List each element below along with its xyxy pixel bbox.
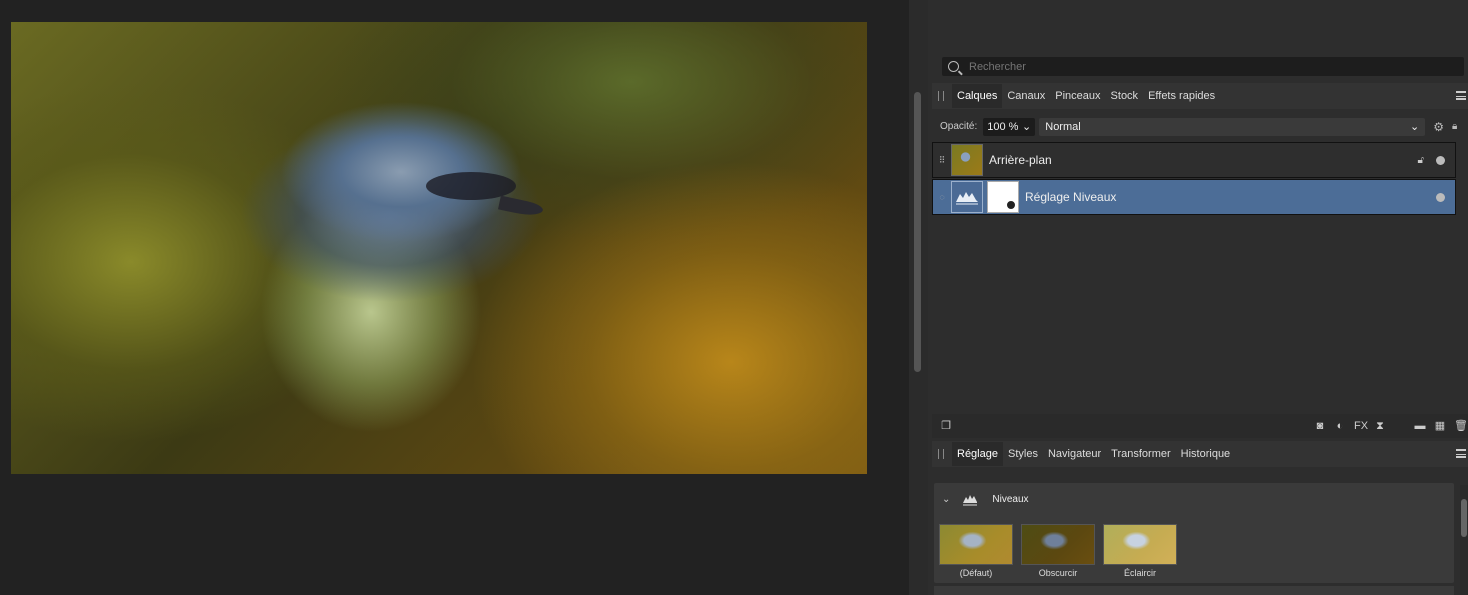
panel-menu-icon[interactable] xyxy=(1456,91,1466,100)
preset-label: (Défaut) xyxy=(959,568,993,578)
layer-name: Réglage Niveaux xyxy=(1025,190,1117,204)
levels-thumbnail xyxy=(951,181,983,213)
canvas-scrollbar-thumb[interactable] xyxy=(914,92,921,372)
next-section-stub xyxy=(934,586,1454,595)
lock-icon[interactable]: 🔓︎ xyxy=(1418,155,1424,166)
tab-calques[interactable]: Calques xyxy=(952,84,1003,108)
preset-thumbnail xyxy=(939,524,1013,565)
tab-navigateur[interactable]: Navigateur xyxy=(1043,442,1106,466)
preset-eclaircir[interactable]: Éclaircir xyxy=(1103,524,1177,578)
section-title: Niveaux xyxy=(992,493,1029,505)
photo-detail xyxy=(498,195,544,219)
lock-icon[interactable]: 🔒︎ xyxy=(1452,121,1457,132)
mask-thumbnail xyxy=(987,181,1019,213)
layer-name: Arrière-plan xyxy=(989,153,1052,167)
chevron-down-icon[interactable]: ⌄ xyxy=(942,494,950,505)
tab-effets-rapides[interactable]: Effets rapides xyxy=(1143,84,1220,108)
levels-section-header[interactable]: ⌄ Niveaux xyxy=(934,483,1454,515)
adjustment-scrollbar[interactable] xyxy=(1460,485,1468,595)
preset-thumbnail xyxy=(1103,524,1177,565)
tab-stock[interactable]: Stock xyxy=(1106,84,1144,108)
mask-icon[interactable]: ◙ xyxy=(1314,420,1326,432)
layer-toolbar: ❐ ◙ ◐ FX ⧗ ▬ ▦ 🗑︎ xyxy=(932,414,1468,438)
search-box[interactable] xyxy=(942,57,1464,76)
tab-transformer[interactable]: Transformer xyxy=(1106,442,1176,466)
chevron-down-icon: ⌄ xyxy=(1022,121,1032,133)
layers-list[interactable]: ⠿ Arrière-plan 🔓︎ ◌ Réglage Niveaux xyxy=(932,140,1458,414)
tab-canaux[interactable]: Canaux xyxy=(1002,84,1050,108)
visibility-icon[interactable] xyxy=(1436,155,1445,165)
canvas-area[interactable] xyxy=(0,0,909,595)
tab-reglage[interactable]: Réglage xyxy=(952,442,1003,466)
pixel-layer-icon[interactable]: ▦ xyxy=(1434,420,1446,432)
presets-list: (Défaut) Obscurcir Éclaircir xyxy=(939,524,1185,578)
layer-expand-icon[interactable]: ⠿ xyxy=(933,155,951,166)
tab-historique[interactable]: Historique xyxy=(1176,442,1236,466)
histogram-icon xyxy=(956,192,978,205)
blend-mode-dropdown[interactable]: Normal ⌄ xyxy=(1039,117,1426,136)
mask-indicator-icon xyxy=(1006,200,1016,210)
adjustment-tabbar: Réglage Styles Navigateur Transformer Hi… xyxy=(932,441,1468,467)
folder-icon[interactable]: ▬ xyxy=(1414,420,1426,432)
adjustment-icon[interactable]: ◐ xyxy=(1334,420,1346,432)
opacity-label: Opacité: xyxy=(940,121,978,132)
levels-adjustment-section: ⌄ Niveaux (Défaut) Obscurcir Éclaircir xyxy=(934,483,1454,583)
document-photo[interactable] xyxy=(11,22,867,474)
hourglass-icon[interactable]: ⧗ xyxy=(1374,420,1386,432)
preset-default[interactable]: (Défaut) xyxy=(939,524,1013,578)
preset-thumbnail xyxy=(1021,524,1095,565)
preset-label: Éclaircir xyxy=(1123,568,1156,578)
layer-row-levels[interactable]: ◌ Réglage Niveaux xyxy=(932,179,1456,215)
layer-row-background[interactable]: ⠿ Arrière-plan 🔓︎ xyxy=(932,142,1456,178)
layer-thumbnail xyxy=(951,144,983,176)
scrollbar-thumb[interactable] xyxy=(1461,499,1467,537)
fx-icon[interactable]: FX xyxy=(1354,420,1368,432)
search-icon xyxy=(948,61,959,72)
search-input[interactable] xyxy=(967,59,1451,74)
panel-menu-icon[interactable] xyxy=(1456,449,1466,458)
copy-icon[interactable]: ❐ xyxy=(940,420,952,432)
gear-icon[interactable]: ⚙ xyxy=(1433,120,1444,134)
drag-grip-icon[interactable] xyxy=(938,449,944,459)
blend-mode-value: Normal xyxy=(1045,120,1081,133)
opacity-value: 100 % xyxy=(987,120,1019,133)
layers-tabbar: Calques Canaux Pinceaux Stock Effets rap… xyxy=(932,83,1468,109)
layer-link-icon[interactable]: ◌ xyxy=(933,192,951,202)
tab-pinceaux[interactable]: Pinceaux xyxy=(1050,84,1105,108)
layer-controls-row: Opacité: 100 % ⌄ Normal ⌄ ⚙ 🔒︎ xyxy=(932,115,1468,138)
drag-grip-icon[interactable] xyxy=(938,91,944,101)
preset-label: Obscurcir xyxy=(1038,568,1078,578)
visibility-icon[interactable] xyxy=(1436,192,1445,202)
opacity-dropdown[interactable]: 100 % ⌄ xyxy=(983,117,1036,136)
tab-styles[interactable]: Styles xyxy=(1003,442,1043,466)
histogram-icon xyxy=(963,495,978,506)
preset-obscurcir[interactable]: Obscurcir xyxy=(1021,524,1095,578)
chevron-down-icon: ⌄ xyxy=(1410,121,1420,133)
trash-icon[interactable]: 🗑︎ xyxy=(1454,420,1468,432)
